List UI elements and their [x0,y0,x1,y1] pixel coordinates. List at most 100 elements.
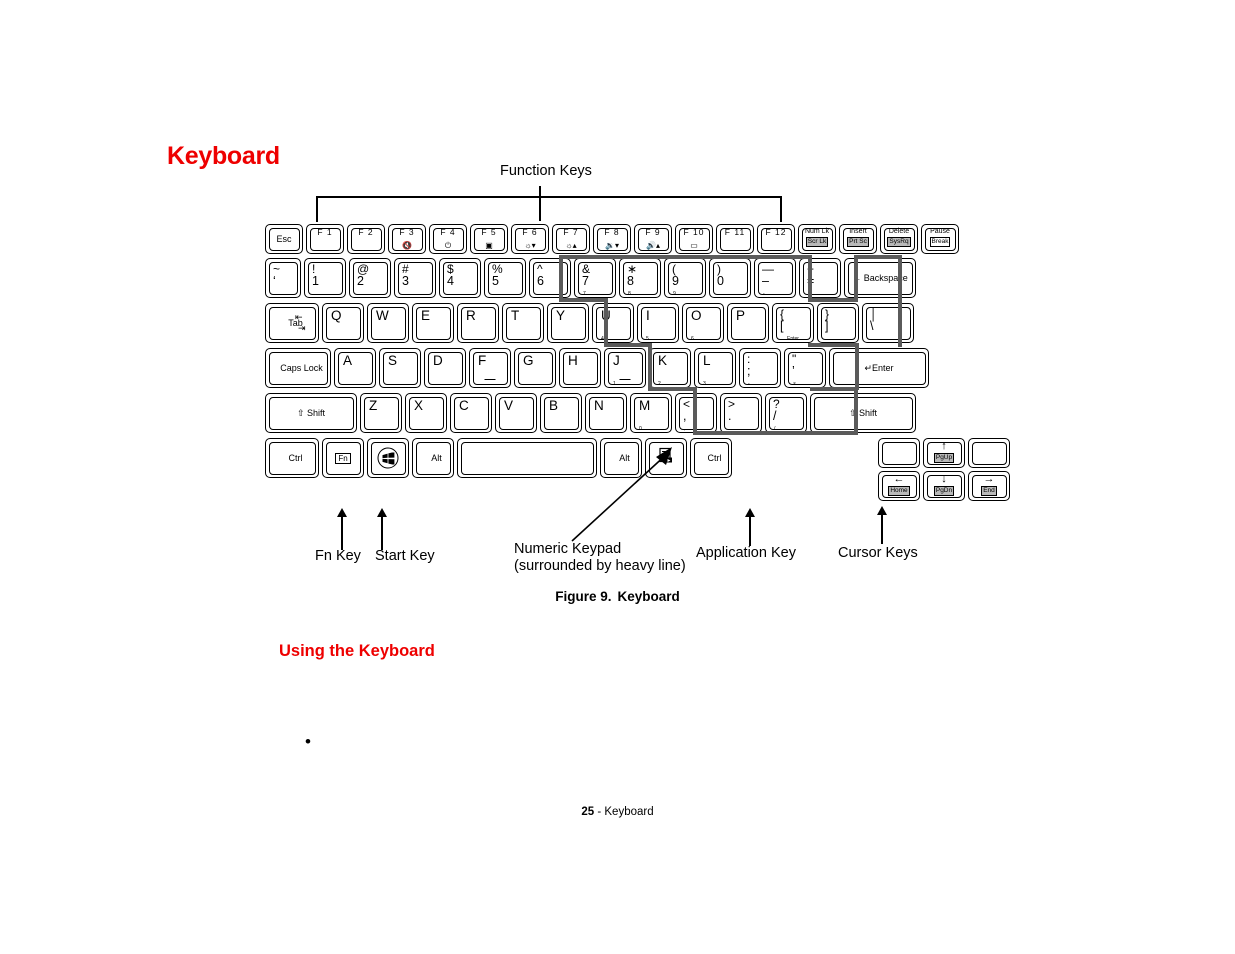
key-f2[interactable]: F 2 [347,224,385,254]
key-minus[interactable]: — – - [754,258,796,298]
numeric-keypad-outline-segment [559,255,563,302]
key-label: ⇧ Shift [848,408,878,418]
key-numlk[interactable]: Num Lk Scr Lk [798,224,836,254]
key-key-o[interactable]: O6 [682,303,724,343]
key-key-w[interactable]: W [367,303,409,343]
key-key-i[interactable]: I5 [637,303,679,343]
key-key-c[interactable]: C [450,393,492,433]
mute-icon: 🔇 [402,241,412,250]
key-ctrl-left[interactable]: Ctrl [265,438,319,478]
key-f3[interactable]: F 3 🔇 [388,224,426,254]
key-backslash[interactable]: │ \ [862,303,914,343]
key-equals[interactable]: += [799,258,841,298]
arrow-start-key [377,508,387,517]
key-dual-legend: $4 [447,263,454,288]
key-digit-9[interactable]: (9 9 [664,258,706,298]
key-caps-lock[interactable]: Caps Lock [265,348,331,388]
key-start-key[interactable] [367,438,409,478]
key-legend-stack: Insert Prt Sc [840,228,876,247]
key-key-a[interactable]: A [334,348,376,388]
key-key-q[interactable]: Q [322,303,364,343]
key-blank-left[interactable] [878,438,920,468]
key-f11[interactable]: F 11 [716,224,754,254]
key-digit-6[interactable]: ^ 6 [529,258,571,298]
key-digit-7[interactable]: & 7 7 [574,258,616,298]
key-f8[interactable]: F 8 🔉▾ [593,224,631,254]
key-digit-0[interactable]: ) 0 [709,258,751,298]
home-row-bump [484,377,496,380]
key-pause[interactable]: Pause Break [921,224,959,254]
key-arrow-down[interactable]: ↓ PgDn [923,471,965,501]
callout-application-key: Application Key [696,545,796,561]
key-digit-2[interactable]: @2 [349,258,391,298]
volume-down-icon: 🔉▾ [605,241,619,250]
key-alt-left[interactable]: Alt [412,438,454,478]
key-base-legend: [ [780,319,784,333]
key-ctrl-right[interactable]: Ctrl [690,438,732,478]
key-f9[interactable]: F 9 🔊▴ [634,224,672,254]
key-quote[interactable]: "’ × [784,348,826,388]
key-key-j[interactable]: J1 [604,348,646,388]
key-digit-1[interactable]: ! 1 [304,258,346,298]
key-key-u[interactable]: U4 [592,303,634,343]
key-blank-right[interactable] [968,438,1010,468]
key-digit-4[interactable]: $4 [439,258,481,298]
function-key-label: F 3 [399,227,415,237]
key-shift-right[interactable]: ⇧ Shift [810,393,916,433]
key-key-f[interactable]: F [469,348,511,388]
key-f10[interactable]: F 10 ▭ [675,224,713,254]
numpad-subscript: 5 [646,335,649,342]
key-digit-3[interactable]: #3 [394,258,436,298]
key-bracket-left[interactable]: {[Enter [772,303,814,343]
key-tab[interactable]: Tab ⇤ ⇥ [265,303,319,343]
key-digit-5[interactable]: % 5 [484,258,526,298]
key-key-p[interactable]: P [727,303,769,343]
key-letter-legend: B [549,398,559,413]
key-period[interactable]: >.. [720,393,762,433]
key-f7[interactable]: F 7 ☼▴ [552,224,590,254]
key-arrow-right[interactable]: → End [968,471,1010,501]
key-letter-legend: S [388,353,398,368]
key-letter-legend: G [523,353,534,368]
key-delete[interactable]: Delete SysRq [880,224,918,254]
key-arrow-up[interactable]: ↑ PgUp [923,438,965,468]
key-key-z[interactable]: Z [360,393,402,433]
key-key-n[interactable]: N [585,393,627,433]
key-insert[interactable]: Insert Prt Sc [839,224,877,254]
key-fn[interactable]: Fn [322,438,364,478]
key-digit-8[interactable]: ∗ 8 8 [619,258,661,298]
key-key-b[interactable]: B [540,393,582,433]
key-key-m[interactable]: M0 [630,393,672,433]
key-bracket-right[interactable]: }] [817,303,859,343]
key-base-legend: 2 [357,274,364,288]
key-slash[interactable]: ? / / [765,393,807,433]
key-esc[interactable]: Esc [265,224,303,254]
key-enter[interactable]: ↵Enter [829,348,929,388]
key-semicolon[interactable]: :; - [739,348,781,388]
key-arrow-left[interactable]: ← Home [878,471,920,501]
key-f12[interactable]: F 12 [757,224,795,254]
key-key-y[interactable]: Y [547,303,589,343]
key-key-e[interactable]: E [412,303,454,343]
key-alt-right[interactable]: Alt [600,438,642,478]
key-key-h[interactable]: H [559,348,601,388]
key-key-x[interactable]: X [405,393,447,433]
key-key-r[interactable]: R [457,303,499,343]
key-f4[interactable]: F 4 ⏻ [429,224,467,254]
numeric-keypad-outline-segment [854,255,900,259]
key-key-d[interactable]: D [424,348,466,388]
key-space[interactable] [457,438,597,478]
key-key-k[interactable]: K2 [649,348,691,388]
key-key-t[interactable]: T [502,303,544,343]
key-f1[interactable]: F 1 [306,224,344,254]
key-f5[interactable]: F 5 ▣ [470,224,508,254]
key-key-v[interactable]: V [495,393,537,433]
key-key-g[interactable]: G [514,348,556,388]
key-shift-left[interactable]: ⇧ Shift [265,393,357,433]
key-f6[interactable]: F 6 ☼▾ [511,224,549,254]
key-key-s[interactable]: S [379,348,421,388]
key-letter-legend: A [343,353,353,368]
key-grave[interactable]: ~ ‘ [265,258,301,298]
numpad-subscript: , [684,425,686,432]
key-key-l[interactable]: L3 [694,348,736,388]
